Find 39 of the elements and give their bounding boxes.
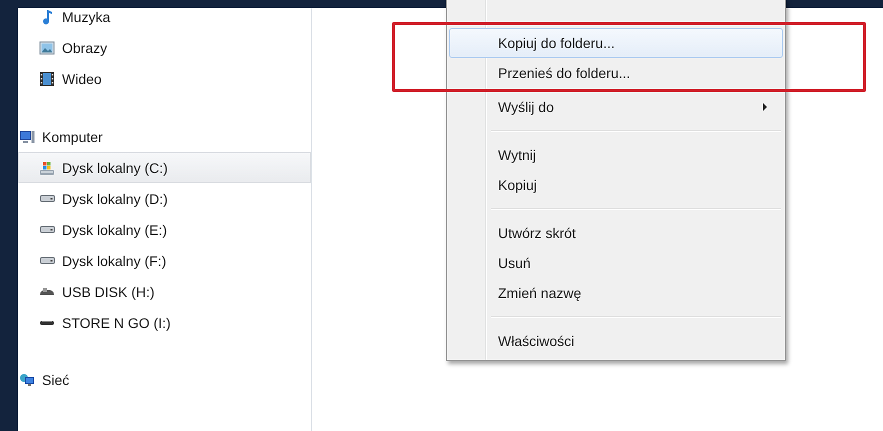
sidebar-item[interactable]: Dysk lokalny (C:): [18, 152, 311, 183]
network-icon: [19, 372, 35, 388]
sidebar-item-label: Obrazy: [62, 40, 108, 56]
sidebar-item-label: Dysk lokalny (C:): [62, 160, 168, 176]
sidebar-item-label: STORE N GO (I:): [62, 314, 171, 330]
sidebar-heading[interactable]: Sieć: [42, 372, 70, 388]
sidebar-item[interactable]: USB DISK (H:): [18, 276, 311, 307]
computer-icon: [19, 128, 35, 144]
menu-item[interactable]: Kopiuj do folderu...: [449, 28, 783, 58]
menu-item[interactable]: Wyślij do: [449, 92, 783, 122]
sidebar-item[interactable]: Dysk lokalny (E:): [18, 214, 311, 245]
sidebar-item-label: Dysk lokalny (E:): [62, 222, 168, 238]
sidebar-item[interactable]: Wideo: [18, 63, 311, 94]
hard-drive-icon: [40, 226, 54, 233]
menu-item[interactable]: Właściwości: [449, 326, 783, 356]
sidebar-item[interactable]: Dysk lokalny (D:): [18, 183, 311, 214]
film-strip-icon: [39, 70, 55, 86]
system-drive-icon: [39, 160, 55, 176]
menu-item[interactable]: Wytnij: [449, 140, 783, 170]
landscape-picture-icon: [39, 40, 55, 56]
menu-item[interactable]: Usuń: [449, 248, 783, 278]
sidebar-item-label: Dysk lokalny (D:): [62, 190, 168, 206]
menu-item[interactable]: Kopiuj: [449, 170, 783, 200]
drive-icon: [40, 320, 54, 324]
sidebar-item[interactable]: Obrazy: [18, 32, 311, 63]
sidebar-item-label: Wideo: [62, 70, 102, 86]
sidebar-item[interactable]: Muzyka: [18, 8, 311, 32]
hard-drive-icon: [40, 195, 54, 202]
sidebar-item-label: USB DISK (H:): [62, 284, 155, 300]
sidebar-heading[interactable]: Komputer: [42, 128, 103, 144]
sidebar-item[interactable]: Dysk lokalny (F:): [18, 245, 311, 276]
sidebar-item-label: Dysk lokalny (F:): [62, 252, 166, 268]
usb-drive-icon: [40, 288, 54, 295]
sidebar-item-label: Muzyka: [62, 8, 110, 24]
hard-drive-icon: [40, 257, 54, 264]
menu-item[interactable]: Zmień nazwę: [449, 278, 783, 308]
menu-item[interactable]: Przenieś do folderu...: [449, 58, 783, 88]
menu-item[interactable]: Utwórz skrót: [449, 218, 783, 248]
sidebar-item[interactable]: STORE N GO (I:): [18, 307, 311, 338]
